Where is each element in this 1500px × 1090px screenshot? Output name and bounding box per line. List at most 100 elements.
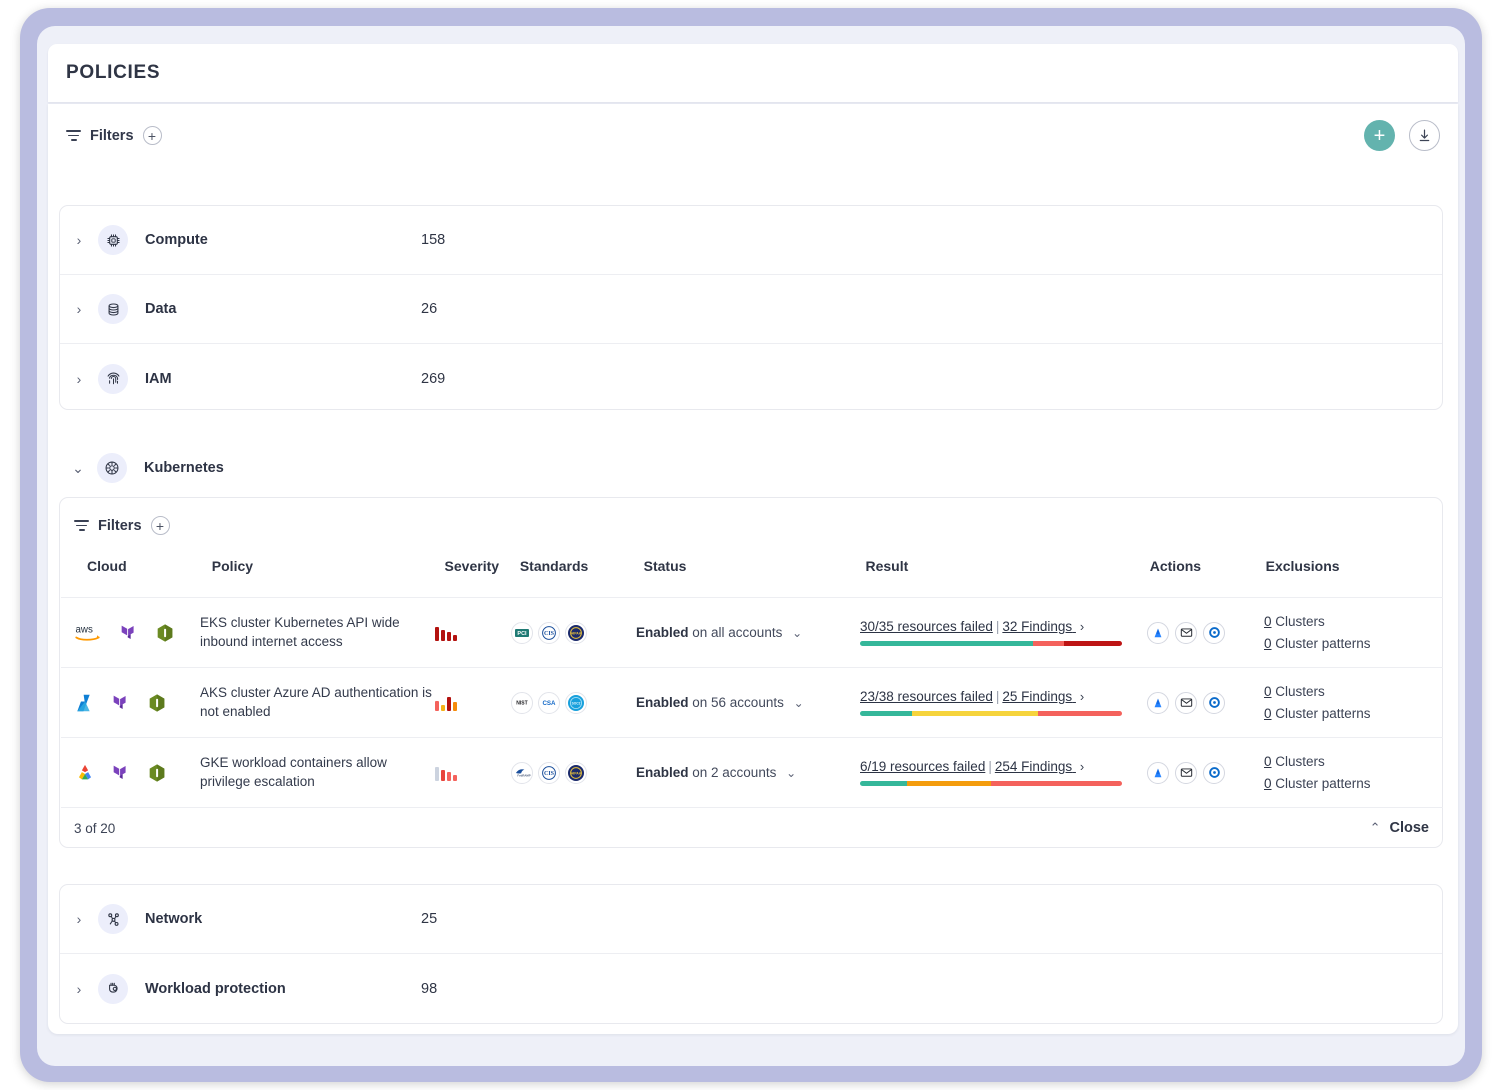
severity-bars-icon <box>435 625 511 641</box>
status-scope: on 2 accounts <box>692 765 776 780</box>
table-row[interactable]: GKE workload containers allow privilege … <box>61 737 1443 807</box>
result-progress-bar <box>860 711 1122 716</box>
azure-icon <box>74 692 96 714</box>
add-filter-button[interactable]: + <box>143 126 162 145</box>
row-count-label: 3 of 20 <box>74 821 115 836</box>
severity-bars-icon <box>435 765 511 781</box>
svg-text:FedRAMP: FedRAMP <box>517 773 530 777</box>
expand-chevron-icon[interactable]: › <box>60 371 98 387</box>
standard-badge-cis[interactable]: CIS <box>538 622 560 644</box>
result-cell[interactable]: 30/35 resources failed|32 Findings › <box>860 619 1147 646</box>
result-progress-bar <box>860 641 1122 646</box>
category-row-workload-protection[interactable]: › Workload protection 98 <box>60 954 1442 1023</box>
policy-name-cell[interactable]: AKS cluster Azure AD authentication is n… <box>200 684 435 720</box>
kubernetes-policy-panel: Filters + Cloud Policy Severity Standard… <box>59 497 1443 848</box>
chevron-down-icon: ⌄ <box>786 766 796 780</box>
vault-icon <box>146 692 168 714</box>
exclusion-count[interactable]: 0 <box>1264 636 1272 651</box>
page-header: POLICIES <box>48 44 1458 102</box>
page-title: POLICIES <box>66 62 160 84</box>
exclusion-label: Cluster patterns <box>1272 776 1371 791</box>
category-count: 269 <box>421 371 445 387</box>
standard-badge-fedramp[interactable]: FedRAMP <box>511 762 533 784</box>
standard-badge-cis[interactable]: CIS <box>538 762 560 784</box>
exclusion-count[interactable]: 0 <box>1264 684 1272 699</box>
category-row-kubernetes[interactable]: ⌄ Kubernetes <box>59 445 759 491</box>
table-row[interactable]: AKS cluster Azure AD authentication is n… <box>61 667 1443 737</box>
result-cell[interactable]: 23/38 resources failed|25 Findings › <box>860 689 1147 716</box>
category-name: Kubernetes <box>144 460 420 476</box>
policy-name-cell[interactable]: EKS cluster Kubernetes API wide inbound … <box>200 614 435 650</box>
actions-cell <box>1147 762 1264 784</box>
add-filter-button[interactable]: + <box>151 516 170 535</box>
svg-text:HIPAA: HIPAA <box>571 771 582 775</box>
standard-badge-pci[interactable]: PCI <box>511 622 533 644</box>
atlassian-icon[interactable] <box>1147 762 1169 784</box>
atlassian-icon[interactable] <box>1147 692 1169 714</box>
standard-badge-hipaa[interactable]: HIPAA <box>565 762 587 784</box>
svg-text:CIS: CIS <box>544 631 555 637</box>
expand-chevron-icon[interactable]: › <box>60 232 98 248</box>
jira-icon[interactable] <box>1203 762 1225 784</box>
exclusion-count[interactable]: 0 <box>1264 706 1272 721</box>
collapse-chevron-icon[interactable]: ⌄ <box>59 460 97 477</box>
col-header-exclusions: Exclusions <box>1266 558 1434 574</box>
jira-icon[interactable] <box>1203 692 1225 714</box>
jira-icon[interactable] <box>1203 622 1225 644</box>
download-icon[interactable] <box>1409 120 1440 151</box>
exclusion-count[interactable]: 0 <box>1264 776 1272 791</box>
table-row[interactable]: aws EKS cluster Kubernetes API wide inbo… <box>61 597 1443 667</box>
standards-cell: PCI CIS HIPAA <box>511 622 636 644</box>
category-count: 98 <box>421 981 437 997</box>
category-row-iam[interactable]: › IAM 269 <box>60 344 1442 410</box>
add-policy-button[interactable]: + <box>1364 120 1395 151</box>
filters-bar-policies[interactable]: Filters + <box>74 516 170 535</box>
exclusion-count[interactable]: 0 <box>1264 614 1272 629</box>
exclusion-clusters: 0 Clusters <box>1264 611 1434 633</box>
standard-badge-csa[interactable]: CSA <box>538 692 560 714</box>
col-header-standards: Standards <box>520 558 644 574</box>
terraform-icon <box>118 622 140 644</box>
category-row-data[interactable]: › Data 26 <box>60 275 1442 344</box>
standard-badge-hipaa[interactable]: HIPAA <box>565 622 587 644</box>
severity-cell <box>435 695 511 711</box>
email-icon[interactable] <box>1175 692 1197 714</box>
cloud-providers-cell <box>61 692 200 714</box>
severity-cell <box>435 625 511 641</box>
result-link: 23/38 resources failed|25 Findings <box>860 689 1076 704</box>
status-cell[interactable]: Enabled on 2 accounts ⌄ <box>636 765 860 780</box>
category-group-top: › Compute 158 › Data 26 › IAM 269 <box>59 205 1443 410</box>
exclusion-count[interactable]: 0 <box>1264 754 1272 769</box>
status-scope: on 56 accounts <box>692 695 784 710</box>
status-cell[interactable]: Enabled on 56 accounts ⌄ <box>636 695 860 710</box>
result-progress-bar <box>860 781 1122 786</box>
result-findings: 32 Findings <box>1002 619 1072 634</box>
filters-bar-top[interactable]: Filters + <box>66 126 162 145</box>
chevron-right-icon: › <box>1080 759 1084 774</box>
category-row-compute[interactable]: › Compute 158 <box>60 206 1442 275</box>
atlassian-icon[interactable] <box>1147 622 1169 644</box>
category-row-network[interactable]: › Network 25 <box>60 885 1442 954</box>
download-glyph <box>1417 128 1432 143</box>
policy-name-cell[interactable]: GKE workload containers allow privilege … <box>200 754 435 790</box>
svg-text:HIPAA: HIPAA <box>571 631 582 635</box>
email-icon[interactable] <box>1175 762 1197 784</box>
actions-cell <box>1147 622 1264 644</box>
filters-label: Filters <box>98 518 142 534</box>
standards-cell: NISTCSASOC2 <box>511 692 636 714</box>
cloud-providers-cell: aws <box>61 621 200 645</box>
result-resources: 6/19 resources failed <box>860 759 985 774</box>
cloud-providers-cell <box>61 762 200 784</box>
result-cell[interactable]: 6/19 resources failed|254 Findings › <box>860 759 1147 786</box>
expand-chevron-icon[interactable]: › <box>60 911 98 927</box>
email-icon[interactable] <box>1175 622 1197 644</box>
standard-badge-soc2[interactable]: SOC2 <box>565 692 587 714</box>
expand-chevron-icon[interactable]: › <box>60 301 98 317</box>
expand-chevron-icon[interactable]: › <box>60 981 98 997</box>
standard-badge-nist[interactable]: NIST <box>511 692 533 714</box>
workload-icon <box>98 974 128 1004</box>
close-button[interactable]: ⌃ Close <box>1370 820 1429 836</box>
status-cell[interactable]: Enabled on all accounts ⌄ <box>636 625 860 640</box>
filter-icon <box>74 520 89 531</box>
header-actions: + <box>1364 120 1440 151</box>
